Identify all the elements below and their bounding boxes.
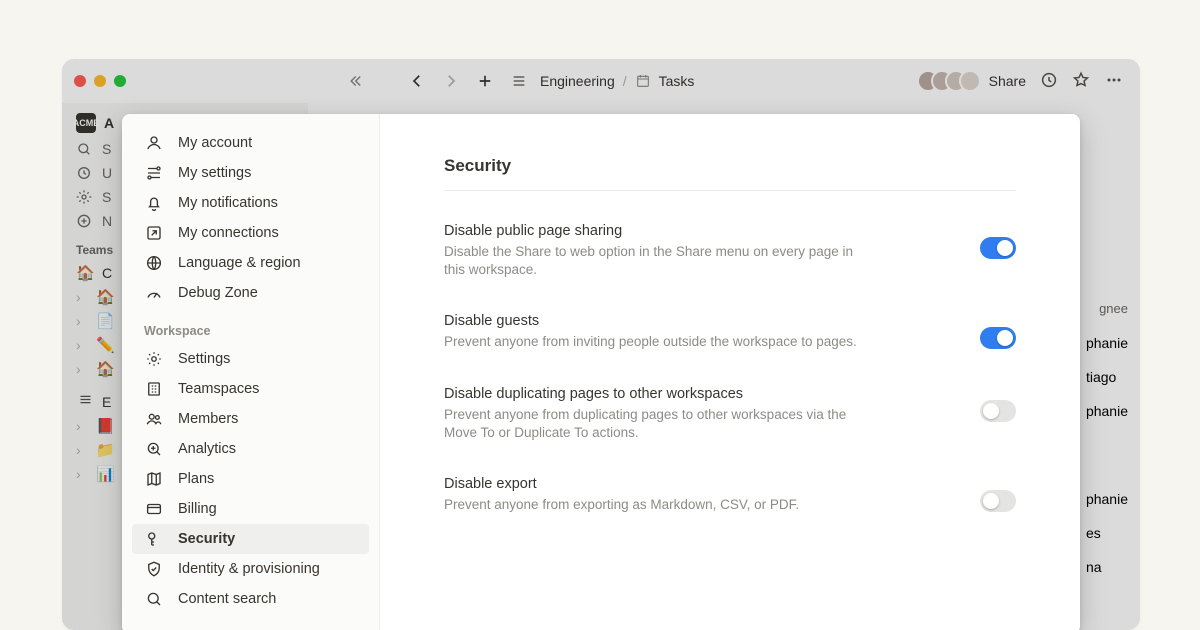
option-description: Prevent anyone from duplicating pages to… xyxy=(444,406,874,442)
card-icon xyxy=(144,499,164,519)
settings-nav-label: Members xyxy=(178,411,238,427)
key-icon xyxy=(144,529,164,549)
security-option-export: Disable export Prevent anyone from expor… xyxy=(444,462,1016,534)
traffic-lights xyxy=(74,75,126,87)
settings-nav-settings[interactable]: Settings xyxy=(132,344,369,374)
settings-nav-label: Debug Zone xyxy=(178,285,258,301)
assignee-cell: tiago xyxy=(1086,369,1128,385)
security-option-public-sharing: Disable public page sharing Disable the … xyxy=(444,209,1016,299)
history-icon[interactable] xyxy=(1040,71,1058,92)
breadcrumb-separator: / xyxy=(623,73,627,89)
settings-modal: My account My settings My notifications … xyxy=(122,114,1080,630)
option-title: Disable export xyxy=(444,476,799,492)
settings-nav-label: Analytics xyxy=(178,441,236,457)
settings-nav-connections[interactable]: My connections xyxy=(132,218,369,248)
settings-nav-label: Teamspaces xyxy=(178,381,259,397)
column-header-assignee: gnee xyxy=(1099,301,1128,316)
settings-nav-label: Language & region xyxy=(178,255,301,271)
security-option-guests: Disable guests Prevent anyone from invit… xyxy=(444,299,1016,371)
settings-nav-members[interactable]: Members xyxy=(132,404,369,434)
breadcrumb-workspace[interactable]: Engineering xyxy=(540,73,615,89)
more-icon[interactable] xyxy=(1104,70,1124,93)
workspace-logo: ACME xyxy=(76,113,96,133)
settings-nav-language[interactable]: Language & region xyxy=(132,248,369,278)
settings-nav-label: Plans xyxy=(178,471,214,487)
settings-nav-analytics[interactable]: Analytics xyxy=(132,434,369,464)
close-window-dot[interactable] xyxy=(74,75,86,87)
zoom-icon xyxy=(144,439,164,459)
shield-icon xyxy=(144,559,164,579)
workspace-name-truncated: A xyxy=(104,115,114,131)
nav-forward-button[interactable] xyxy=(438,72,464,90)
settings-nav-my-account[interactable]: My account xyxy=(132,128,369,158)
toggle-public-sharing[interactable] xyxy=(980,237,1016,259)
settings-nav-billing[interactable]: Billing xyxy=(132,494,369,524)
settings-nav-content-search[interactable]: Content search xyxy=(132,584,369,614)
settings-nav-security[interactable]: Security xyxy=(132,524,369,554)
option-title: Disable duplicating pages to other works… xyxy=(444,386,874,402)
settings-nav-notifications[interactable]: My notifications xyxy=(132,188,369,218)
building-icon xyxy=(144,379,164,399)
breadcrumb-workspace-icon xyxy=(506,73,532,89)
toggle-duplicate[interactable] xyxy=(980,400,1016,422)
option-title: Disable guests xyxy=(444,313,857,329)
stack-icon xyxy=(76,392,94,411)
breadcrumb-page[interactable]: Tasks xyxy=(659,73,695,89)
collapse-sidebar-button[interactable] xyxy=(342,72,368,90)
settings-nav-label: My settings xyxy=(178,165,251,181)
people-icon xyxy=(144,409,164,429)
settings-nav-label: Content search xyxy=(178,591,276,607)
settings-nav-label: Settings xyxy=(178,351,230,367)
settings-nav-label: Identity & provisioning xyxy=(178,561,320,577)
avatar xyxy=(959,70,981,92)
assignee-cell: na xyxy=(1086,559,1128,575)
topbar: Engineering / Tasks Share xyxy=(62,59,1140,103)
search-icon xyxy=(144,589,164,609)
globe-icon xyxy=(144,253,164,273)
settings-nav-label: My account xyxy=(178,135,252,151)
settings-nav-my-settings[interactable]: My settings xyxy=(132,158,369,188)
option-description: Prevent anyone from inviting people outs… xyxy=(444,333,857,351)
assignee-cell: phanie xyxy=(1086,335,1128,351)
home-icon: 🏠 xyxy=(76,264,94,282)
app-window: Engineering / Tasks Share ACME A xyxy=(62,59,1140,630)
toggle-guests[interactable] xyxy=(980,327,1016,349)
gauge-icon xyxy=(144,283,164,303)
favorite-icon[interactable] xyxy=(1072,71,1090,92)
option-description: Prevent anyone from exporting as Markdow… xyxy=(444,496,799,514)
sliders-icon xyxy=(144,163,164,183)
settings-nav-label: My connections xyxy=(178,225,279,241)
settings-page-title: Security xyxy=(444,156,1016,191)
option-description: Disable the Share to web option in the S… xyxy=(444,243,874,279)
map-icon xyxy=(144,469,164,489)
assignee-cell: phanie xyxy=(1086,491,1128,507)
nav-back-button[interactable] xyxy=(404,72,430,90)
new-page-button[interactable] xyxy=(472,72,498,90)
bell-icon xyxy=(144,193,164,213)
settings-nav-teamspaces[interactable]: Teamspaces xyxy=(132,374,369,404)
assignee-cell: es xyxy=(1086,525,1128,541)
settings-panel: Security Disable public page sharing Dis… xyxy=(380,114,1080,630)
minimize-window-dot[interactable] xyxy=(94,75,106,87)
maximize-window-dot[interactable] xyxy=(114,75,126,87)
share-button[interactable]: Share xyxy=(989,73,1026,89)
toggle-export[interactable] xyxy=(980,490,1016,512)
settings-nav-label: Security xyxy=(178,531,235,547)
option-title: Disable public page sharing xyxy=(444,223,874,239)
settings-sidebar-header-workspace: Workspace xyxy=(128,308,373,344)
settings-nav-identity[interactable]: Identity & provisioning xyxy=(132,554,369,584)
gear-icon xyxy=(144,349,164,369)
settings-nav-label: My notifications xyxy=(178,195,278,211)
settings-nav-label: Billing xyxy=(178,501,217,517)
link-out-icon xyxy=(144,223,164,243)
user-icon xyxy=(144,133,164,153)
security-option-duplicate: Disable duplicating pages to other works… xyxy=(444,372,1016,462)
settings-nav-debug[interactable]: Debug Zone xyxy=(132,278,369,308)
calendar-icon xyxy=(635,73,651,89)
settings-nav-plans[interactable]: Plans xyxy=(132,464,369,494)
settings-sidebar: My account My settings My notifications … xyxy=(122,114,380,630)
assignee-cell: phanie xyxy=(1086,403,1128,419)
breadcrumb[interactable]: Engineering / Tasks xyxy=(540,73,694,89)
presence-avatars[interactable] xyxy=(925,70,981,92)
